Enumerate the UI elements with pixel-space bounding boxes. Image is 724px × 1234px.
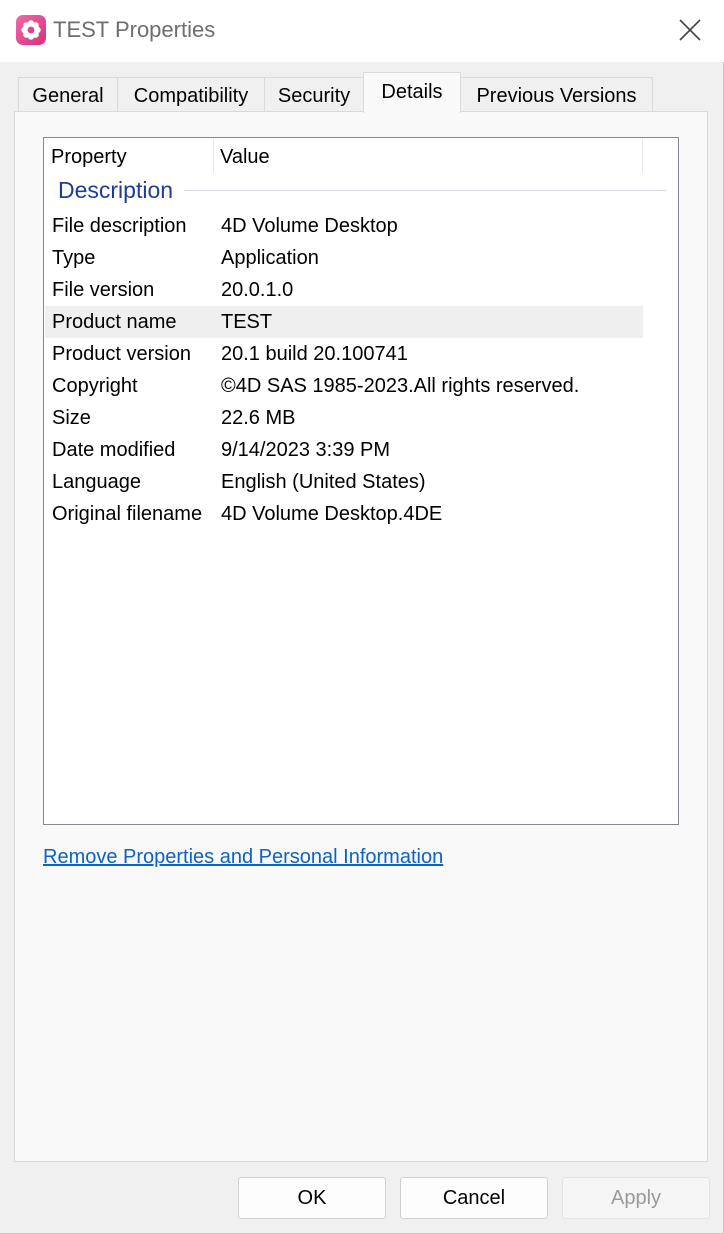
property-cell: Size — [52, 407, 91, 429]
details-row-selected[interactable]: Product name TEST — [45, 306, 643, 338]
details-row[interactable]: File description 4D Volume Desktop — [45, 210, 643, 242]
close-icon — [679, 19, 701, 41]
details-row[interactable]: Product version 20.1 build 20.100741 — [45, 338, 643, 370]
column-header-value[interactable]: Value — [220, 139, 270, 173]
details-list[interactable]: Property Value Description File descript… — [43, 137, 679, 825]
group-divider — [184, 190, 666, 191]
details-row[interactable]: Language English (United States) — [45, 466, 643, 498]
details-row[interactable]: Original filename 4D Volume Desktop.4DE — [45, 498, 643, 530]
property-cell: File version — [52, 279, 155, 301]
details-row[interactable]: Type Application — [45, 242, 643, 274]
group-label-description: Description — [58, 177, 174, 203]
remove-properties-link[interactable]: Remove Properties and Personal Informati… — [43, 846, 443, 869]
tab-security[interactable]: Security — [264, 77, 364, 111]
details-row[interactable]: Size 22.6 MB — [45, 402, 643, 434]
apply-button[interactable]: Apply — [562, 1177, 710, 1219]
value-cell: 4D Volume Desktop.4DE — [221, 503, 443, 525]
property-cell: Type — [52, 247, 96, 269]
value-cell: 20.1 build 20.100741 — [221, 343, 408, 365]
ok-button[interactable]: OK — [238, 1177, 386, 1219]
property-cell: Date modified — [52, 439, 176, 461]
value-cell: 9/14/2023 3:39 PM — [221, 439, 391, 461]
value-cell: English (United States) — [221, 471, 426, 493]
property-cell: Language — [52, 471, 141, 493]
value-cell: 4D Volume Desktop — [221, 215, 398, 237]
cancel-button[interactable]: Cancel — [400, 1177, 548, 1219]
column-header-property[interactable]: Property — [51, 139, 127, 173]
tab-general[interactable]: General — [18, 77, 118, 111]
value-cell: TEST — [221, 311, 273, 333]
close-button[interactable] — [660, 0, 720, 62]
property-cell: Product version — [52, 343, 191, 365]
details-row[interactable]: Date modified 9/14/2023 3:39 PM — [45, 434, 643, 466]
window-title: TEST Properties — [53, 17, 216, 42]
tab-details[interactable]: Details — [363, 72, 461, 113]
property-cell: Copyright — [52, 375, 138, 397]
tab-previous-versions[interactable]: Previous Versions — [460, 77, 653, 111]
column-separator[interactable] — [213, 139, 214, 173]
title-bar[interactable]: TEST Properties — [0, 0, 724, 62]
column-separator[interactable] — [642, 139, 643, 173]
property-cell: Product name — [52, 311, 177, 333]
value-cell: 20.0.1.0 — [221, 279, 294, 301]
gear-flower-icon — [16, 15, 46, 45]
tab-compatibility[interactable]: Compatibility — [117, 77, 265, 111]
value-cell: Application — [221, 247, 319, 269]
properties-dialog: TEST Properties General Compatibility Se… — [0, 0, 724, 1234]
value-cell: ©4D SAS 1985-2023.All rights reserved. — [221, 375, 580, 397]
details-row[interactable]: Copyright ©4D SAS 1985-2023.All rights r… — [45, 370, 643, 402]
details-row[interactable]: File version 20.0.1.0 — [45, 274, 643, 306]
property-cell: File description — [52, 215, 187, 237]
property-cell: Original filename — [52, 503, 203, 525]
value-cell: 22.6 MB — [221, 407, 296, 429]
